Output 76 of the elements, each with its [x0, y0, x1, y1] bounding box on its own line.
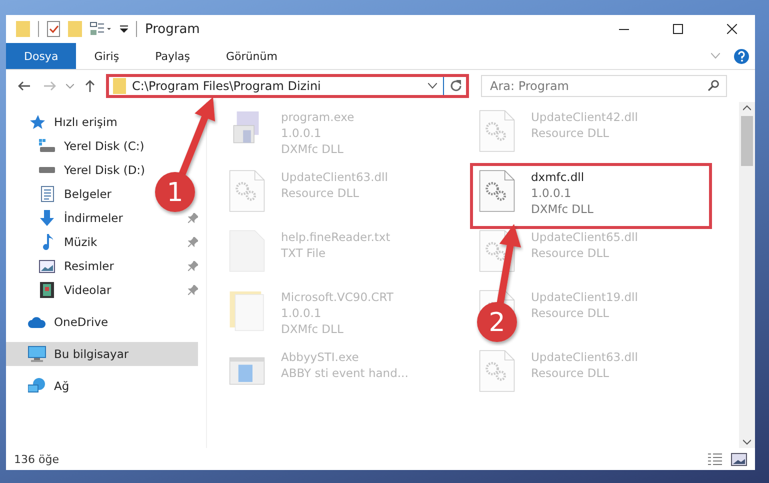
sidebar-item[interactable]: Belgeler [6, 182, 118, 206]
maximize-icon [673, 24, 683, 34]
folder-icon [113, 78, 126, 94]
download-arrow-icon [39, 210, 55, 226]
sidebar-item[interactable]: OneDrive [6, 310, 114, 334]
file-detail: Resource DLL [531, 245, 610, 261]
window-title: Program [145, 22, 201, 36]
step-marker [155, 172, 195, 212]
text-file-icon [229, 229, 265, 273]
ribbon-tab[interactable]: Dosya [6, 43, 76, 69]
gear-file-icon [479, 349, 515, 393]
file-detail: TXT File [281, 245, 327, 261]
pin-icon[interactable] [188, 261, 198, 271]
film-icon [40, 282, 54, 298]
sidebar-item[interactable]: Ağ [6, 374, 76, 398]
gear-file-icon [229, 169, 265, 213]
document-icon [40, 186, 54, 202]
file-detail: 1.0.0.1 [281, 305, 322, 321]
sidebar-item[interactable]: Bu bilgisayar [6, 342, 198, 366]
music-note-icon [41, 234, 53, 250]
folder-file-icon [229, 289, 265, 333]
file-detail: DXMfc DLL [531, 201, 594, 217]
minimize-icon [619, 28, 629, 30]
drive-icon [39, 167, 55, 173]
thumbnail-view-icon[interactable] [731, 452, 747, 466]
ribbon-tab[interactable]: Giriş [76, 43, 138, 69]
checklist-icon[interactable] [47, 21, 60, 37]
sidebar-item[interactable]: Videolar [6, 278, 118, 302]
search-icon [708, 80, 719, 91]
network-icon [28, 378, 46, 394]
sidebar-item[interactable]: Müzik [6, 230, 104, 254]
picture-icon [39, 260, 55, 272]
search-field[interactable]: Ara: Program [481, 75, 727, 97]
monitor-icon [28, 346, 46, 362]
dropdown-icon[interactable] [120, 25, 128, 33]
step-marker [477, 302, 517, 342]
sidebar-item[interactable]: Resimler [6, 254, 120, 278]
file-detail: 1.0.0.1 [281, 125, 322, 141]
item-count: 136 öğe [14, 452, 60, 466]
refresh-icon[interactable] [450, 80, 462, 92]
ribbon-tab[interactable]: Paylaş [137, 43, 208, 69]
sidebar-item[interactable]: Yerel Disk (D:) [6, 158, 152, 182]
address-bar[interactable]: C:\Program Files\Program Dizini [106, 74, 469, 98]
star-icon [29, 114, 45, 130]
cloud-icon [28, 316, 46, 328]
ribbon-tab[interactable]: Görünüm [208, 43, 296, 69]
caret-icon[interactable] [428, 83, 437, 89]
file-detail: ABBY sti event hand... [281, 365, 408, 381]
file-detail: Resource DLL [281, 185, 360, 201]
file-detail: Resource DLL [531, 125, 610, 141]
forward-arrow-icon [44, 81, 56, 91]
file-detail: DXMfc DLL [281, 141, 344, 157]
file-detail: Resource DLL [531, 365, 610, 381]
file-name[interactable]: dxmfc.dll [531, 169, 594, 185]
file-detail: 1.0.0.1 [531, 185, 572, 201]
sidebar-item[interactable]: İndirmeler [6, 206, 129, 230]
file-item[interactable]: dxmfc.dll 1.0.0.1 DXMfc DLL [473, 166, 709, 226]
up-arrow-icon [85, 80, 95, 92]
file-detail: Resource DLL [531, 305, 610, 321]
details-view-icon[interactable] [707, 452, 723, 466]
close-icon [727, 24, 737, 34]
file-detail: DXMfc DLL [281, 321, 344, 337]
step-number: 2 [488, 308, 506, 338]
sidebar-item[interactable]: Hızlı erişim [6, 110, 124, 134]
scrollbar-thumb[interactable] [741, 116, 753, 166]
back-arrow-icon [18, 81, 30, 91]
drive-icon [39, 139, 55, 153]
step-number: 1 [166, 178, 184, 208]
gear-file-icon [479, 109, 515, 153]
sidebar-item[interactable]: Yerel Disk (C:) [6, 134, 150, 158]
pin-icon[interactable] [188, 213, 198, 223]
pin-icon[interactable] [188, 237, 198, 247]
view-list-icon[interactable] [90, 22, 112, 36]
pin-icon[interactable] [188, 285, 198, 295]
help-icon[interactable] [734, 48, 749, 64]
gear-file-icon [479, 169, 515, 213]
